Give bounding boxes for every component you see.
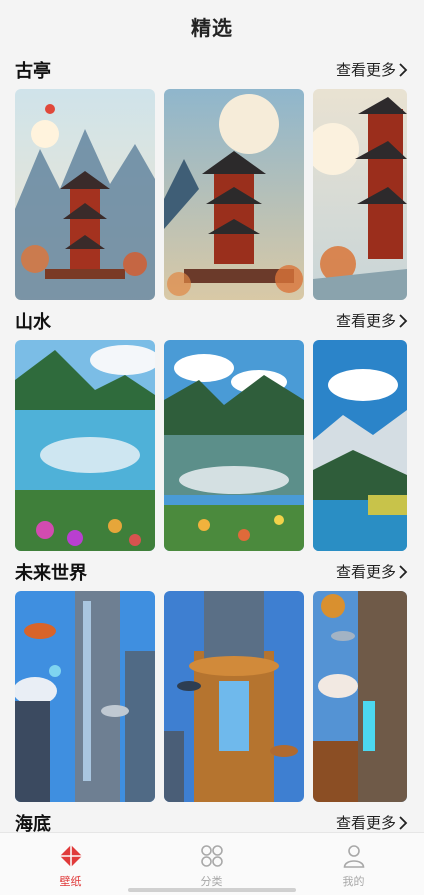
future-city-image	[164, 591, 304, 802]
section-header: 未来世界 查看更多	[0, 559, 424, 585]
tab-label: 壁纸	[59, 875, 82, 888]
view-more-label: 查看更多	[335, 814, 396, 832]
pavilion-image	[313, 89, 407, 300]
future-city-image	[313, 591, 407, 802]
chevron-right-icon	[399, 313, 408, 328]
top-bar: 精选	[0, 0, 424, 52]
view-more-link[interactable]: 查看更多	[336, 812, 408, 833]
profile-icon	[343, 845, 364, 868]
tab-label: 分类	[200, 875, 223, 888]
tab-profile[interactable]: 我的	[283, 833, 424, 895]
page-title: 精选	[191, 15, 233, 40]
wallpaper-card[interactable]	[313, 591, 407, 802]
view-more-link[interactable]: 查看更多	[336, 561, 408, 582]
wallpaper-row	[0, 591, 424, 802]
landscape-image	[313, 340, 407, 551]
wallpaper-card[interactable]	[164, 340, 304, 551]
wallpaper-row	[0, 89, 424, 300]
wallpaper-card[interactable]	[164, 591, 304, 802]
tab-category[interactable]: 分类	[141, 833, 282, 895]
landscape-image	[15, 340, 155, 551]
wallpaper-card[interactable]	[15, 89, 155, 300]
section-title: 古亭	[15, 61, 51, 82]
tab-label: 我的	[342, 875, 365, 888]
view-more-label: 查看更多	[335, 61, 396, 79]
section-title: 未来世界	[15, 563, 87, 584]
wallpaper-card[interactable]	[313, 89, 407, 300]
view-more-label: 查看更多	[335, 563, 396, 581]
chevron-right-icon	[399, 564, 408, 579]
chevron-right-icon	[399, 815, 408, 830]
tab-wallpaper[interactable]: 壁纸	[0, 833, 141, 895]
wallpaper-card[interactable]	[15, 591, 155, 802]
wallpaper-icon	[59, 845, 82, 867]
view-more-link[interactable]: 查看更多	[336, 310, 408, 331]
chevron-right-icon	[399, 62, 408, 77]
section-future-world: 未来世界 查看更多	[0, 559, 424, 804]
view-more-label: 查看更多	[335, 312, 396, 330]
wallpaper-row	[0, 340, 424, 551]
wallpaper-card[interactable]	[15, 340, 155, 551]
bottom-tab-bar: 壁纸 分类 我的	[0, 832, 424, 895]
wallpaper-card[interactable]	[164, 89, 304, 300]
section-landscape: 山水 查看更多	[0, 308, 424, 553]
section-ancient-pavilion: 古亭 查看更多	[0, 57, 424, 302]
wallpaper-card[interactable]	[313, 340, 407, 551]
landscape-image	[164, 340, 304, 551]
section-header: 古亭 查看更多	[0, 57, 424, 83]
category-icon	[200, 845, 223, 867]
pavilion-image	[15, 89, 155, 300]
home-indicator	[128, 888, 296, 892]
section-header: 山水 查看更多	[0, 308, 424, 334]
future-city-image	[15, 591, 155, 802]
pavilion-image	[164, 89, 304, 300]
view-more-link[interactable]: 查看更多	[336, 59, 408, 80]
section-title: 山水	[15, 312, 51, 333]
